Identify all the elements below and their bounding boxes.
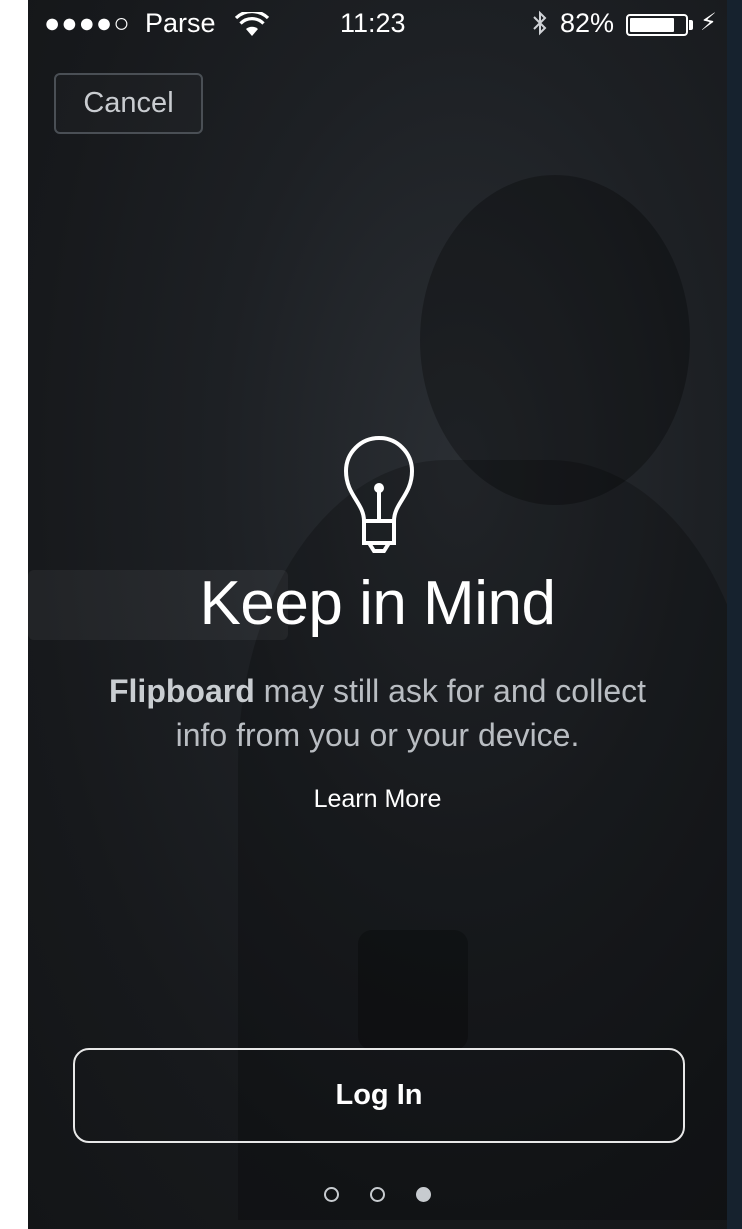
wifi-icon <box>235 12 269 36</box>
onboarding-screen: ●●●●○ Parse 11:23 82% ⚡ Cancel Keep in M… <box>28 0 727 1229</box>
frame-left-margin <box>0 0 28 1229</box>
carrier-name: Parse <box>145 8 216 38</box>
page-indicator[interactable] <box>324 1187 434 1209</box>
lightbulb-icon <box>344 436 414 553</box>
page-title: Keep in Mind <box>199 569 556 638</box>
cancel-button[interactable]: Cancel <box>54 73 203 134</box>
description-line-2: info from you or your device. <box>175 717 580 753</box>
device-frame: ●●●●○ Parse 11:23 82% ⚡ Cancel Keep in M… <box>0 0 742 1229</box>
description: Flipboard may still ask for and collect … <box>28 669 727 757</box>
background-photo-head <box>420 175 690 505</box>
description-text: may still ask for and collect <box>254 673 646 709</box>
page-dot-3[interactable] <box>416 1187 431 1202</box>
page-dot-1[interactable] <box>324 1187 339 1202</box>
learn-more-link[interactable]: Learn More <box>28 785 727 814</box>
status-bar: ●●●●○ Parse 11:23 82% ⚡ <box>28 0 727 44</box>
frame-right-edge <box>727 0 742 1229</box>
login-button[interactable]: Log In <box>73 1048 685 1143</box>
bluetooth-icon <box>533 10 547 36</box>
signal-strength: ●●●●○ <box>44 8 131 38</box>
background-photo-cup <box>358 930 468 1050</box>
battery-icon <box>626 14 688 36</box>
battery-percent: 82% <box>560 8 615 38</box>
battery-tip <box>689 20 693 30</box>
description-line-1: Flipboard may still ask for and collect <box>28 669 727 713</box>
clock: 11:23 <box>340 8 406 38</box>
page-dot-2[interactable] <box>370 1187 385 1202</box>
brand-name: Flipboard <box>108 673 255 709</box>
charging-icon: ⚡ <box>700 9 717 36</box>
battery-fill <box>630 18 675 32</box>
